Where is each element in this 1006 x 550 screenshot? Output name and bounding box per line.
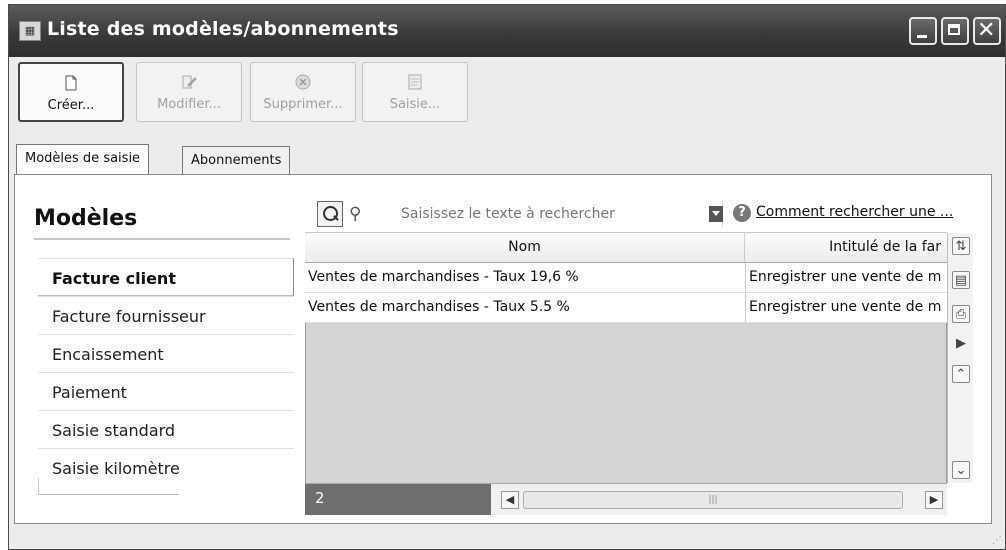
delete-icon [295,74,311,90]
modify-button[interactable]: Modifier... [136,62,242,122]
table-row[interactable]: Ventes de marchandises - Taux 5.5 % Enre… [305,293,947,323]
help-icon: ? [733,204,751,222]
help-link[interactable]: Comment rechercher une ... [756,204,953,220]
scroll-up-icon[interactable]: ⌃ [952,365,970,383]
maximize-button[interactable] [941,17,969,45]
scroll-right-icon[interactable]: ▶ [925,491,943,509]
entry-form-icon [408,74,422,90]
delete-button[interactable]: Supprimer... [250,62,356,122]
export-icon[interactable]: ▤ [952,271,970,289]
table-row[interactable]: Ventes de marchandises - Taux 19,6 % Enr… [305,263,947,293]
model-item-facture-client[interactable]: Facture client [38,258,294,296]
expand-arrow-icon[interactable]: ▶ [952,335,970,353]
delete-button-label: Supprimer... [263,97,343,112]
print-icon[interactable]: ⎙ [952,305,970,323]
model-item-saisie-standard[interactable]: Saisie standard [38,410,294,448]
app-icon: ▦ [19,21,41,41]
minimize-button[interactable] [909,17,937,45]
search-bar: ⚲ ? Comment rechercher une ... [305,195,953,233]
tab-modeles-de-saisie[interactable]: Modèles de saisie [16,144,150,174]
modify-button-label: Modifier... [157,97,221,112]
create-button[interactable]: Créer... [18,62,124,122]
grid-header: Nom Intitulé de la far [305,233,947,263]
grid-status-bar: 2 ◀ ||| ▶ [305,483,947,515]
scroll-left-icon[interactable]: ◀ [501,491,519,509]
cell-intitule: Enregistrer une vente de m [749,299,942,315]
close-button[interactable]: ✕ [973,17,1001,45]
models-heading: Modèles [34,206,138,231]
search-icon[interactable] [317,201,343,227]
cell-divider [745,293,746,322]
column-header-nom[interactable]: Nom [305,233,745,262]
list-edge [38,478,179,495]
scroll-down-icon[interactable]: ⌄ [952,461,970,479]
cell-intitule: Enregistrer une vente de m [749,269,942,285]
resize-grip-icon[interactable]: ⋰ [992,535,1002,546]
model-item-encaissement[interactable]: Encaissement [38,334,294,372]
grid-side-toolbar: ⇅ ▤ ⎙ ▶ ⌃ ⌄ [947,233,973,483]
column-settings-icon[interactable]: ⇅ [952,237,970,255]
title-bar[interactable]: ▦ Liste des modèles/abonnements ✕ [9,5,1005,57]
edit-icon [182,75,197,89]
row-count: 2 [305,484,491,515]
search-dropdown-icon[interactable] [709,206,723,222]
create-button-label: Créer... [47,98,95,113]
models-divider [34,238,290,240]
horizontal-scroll-thumb[interactable]: ||| [523,491,903,509]
cell-nom: Ventes de marchandises - Taux 19,6 % [308,269,579,285]
filter-icon[interactable]: ⚲ [349,204,361,224]
column-header-intitule[interactable]: Intitulé de la far [745,233,945,262]
tab-abonnements[interactable]: Abonnements [182,146,291,174]
entry-button-label: Saisie... [389,97,441,112]
cell-nom: Ventes de marchandises - Taux 5.5 % [308,299,570,315]
window-title: Liste des modèles/abonnements [47,18,399,40]
model-list: Facture client Facture fournisseur Encai… [38,258,294,486]
close-icon: ✕ [977,18,996,43]
search-input[interactable] [387,200,723,228]
model-item-paiement[interactable]: Paiement [38,372,294,410]
cell-divider [745,263,746,292]
entry-button[interactable]: Saisie... [362,62,468,122]
model-item-facture-fournisseur[interactable]: Facture fournisseur [38,296,294,334]
new-document-icon [65,75,77,91]
